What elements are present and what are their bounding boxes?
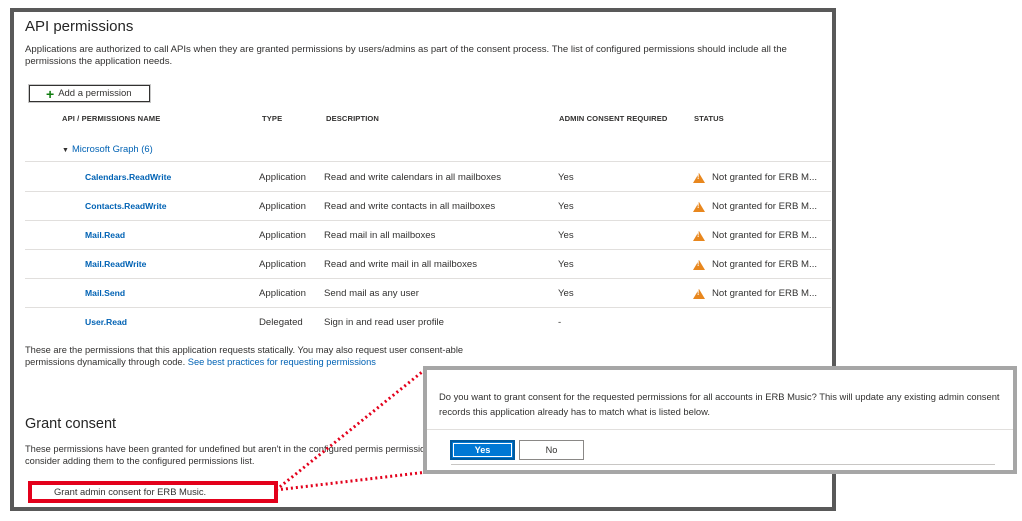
- status-cell: Not granted for ERB M...: [693, 259, 817, 270]
- best-practices-link[interactable]: See best practices for requesting permis…: [188, 357, 376, 367]
- permission-link[interactable]: Contacts.ReadWrite: [85, 201, 167, 211]
- permission-link[interactable]: Mail.Read: [85, 230, 125, 240]
- status-cell: Not granted for ERB M...: [693, 172, 817, 183]
- table-row: Mail.ReadWrite Application Read and writ…: [25, 250, 831, 279]
- status-text: Not granted for ERB M...: [712, 201, 818, 212]
- warning-icon: [693, 259, 705, 270]
- admin-consent-required: Yes: [558, 172, 574, 183]
- table-header: API / PERMISSIONS NAME TYPE DESCRIPTION …: [25, 107, 831, 129]
- permission-type: Application: [259, 201, 306, 212]
- permission-type: Delegated: [259, 317, 303, 328]
- permission-description: Read and write contacts in all mailboxes: [324, 201, 496, 212]
- grant-consent-title: Grant consent: [25, 416, 117, 432]
- permission-description: Sign in and read user profile: [324, 317, 444, 328]
- microsoft-graph-group-toggle[interactable]: ▼ Microsoft Graph (6): [62, 143, 153, 154]
- admin-consent-required: Yes: [558, 259, 574, 270]
- warning-icon: [693, 172, 705, 183]
- header-admin-consent: ADMIN CONSENT REQUIRED: [559, 114, 668, 123]
- permission-link[interactable]: Mail.ReadWrite: [85, 259, 146, 269]
- dialog-divider: [427, 429, 1013, 430]
- grant-admin-consent-button[interactable]: Grant admin consent for ERB Music.: [32, 485, 274, 499]
- warning-icon: [693, 230, 705, 241]
- permission-description: Read and write calendars in all mailboxe…: [324, 172, 502, 183]
- permission-type: Application: [259, 172, 306, 183]
- admin-consent-required: -: [558, 317, 562, 328]
- consent-dialog-message: Do you want to grant consent for the req…: [439, 391, 1000, 417]
- group-label: Microsoft Graph (6): [71, 143, 153, 154]
- status-cell: Not granted for ERB M...: [693, 288, 817, 299]
- grant-button-highlight: Grant admin consent for ERB Music.: [28, 481, 278, 503]
- permission-link[interactable]: Calendars.ReadWrite: [85, 172, 171, 182]
- admin-consent-required: Yes: [558, 230, 574, 241]
- add-permission-label: Add a permission: [58, 88, 132, 99]
- table-row: Calendars.ReadWrite Application Read and…: [25, 163, 831, 192]
- table-row: Contacts.ReadWrite Application Read and …: [25, 192, 831, 221]
- admin-consent-required: Yes: [558, 201, 574, 212]
- header-type: TYPE: [262, 114, 283, 123]
- warning-icon: [693, 288, 705, 299]
- header-status: STATUS: [694, 114, 724, 123]
- dialog-bottom-line: [451, 464, 995, 465]
- plus-icon: +: [46, 85, 55, 102]
- table-row: Mail.Send Application Send mail as any u…: [25, 279, 831, 308]
- group-row-microsoft-graph: ▼ Microsoft Graph (6): [25, 136, 831, 162]
- permission-description: Send mail as any user: [324, 288, 419, 299]
- status-text: Not granted for ERB M...: [712, 288, 818, 299]
- permission-link[interactable]: User.Read: [85, 317, 127, 327]
- status-text: Not granted for ERB M...: [712, 230, 818, 241]
- header-name: API / PERMISSIONS NAME: [62, 114, 161, 123]
- permission-type: Application: [259, 259, 306, 270]
- warning-icon: [693, 201, 705, 212]
- yes-button[interactable]: Yes: [450, 440, 515, 460]
- permission-description: Read mail in all mailboxes: [324, 230, 436, 241]
- status-text: Not granted for ERB M...: [712, 259, 818, 270]
- intro-text: Applications are authorized to call APIs…: [25, 44, 787, 67]
- header-description: DESCRIPTION: [326, 114, 379, 123]
- permission-type: Application: [259, 230, 306, 241]
- status-cell: Not granted for ERB M...: [693, 230, 817, 241]
- no-button[interactable]: No: [519, 440, 584, 460]
- table-row: User.Read Delegated Sign in and read use…: [25, 308, 831, 337]
- status-text: Not granted for ERB M...: [712, 172, 818, 183]
- static-permissions-note: These are the permissions that this appl…: [25, 344, 515, 368]
- permission-type: Application: [259, 288, 306, 299]
- caret-down-icon: ▼: [62, 147, 69, 154]
- admin-consent-required: Yes: [558, 288, 574, 299]
- add-permission-button[interactable]: + Add a permission: [29, 85, 150, 102]
- table-row: Mail.Read Application Read mail in all m…: [25, 221, 831, 250]
- status-cell: Not granted for ERB M...: [693, 201, 817, 212]
- permission-link[interactable]: Mail.Send: [85, 288, 125, 298]
- consent-dialog: Do you want to grant consent for the req…: [423, 366, 1017, 474]
- permission-description: Read and write mail in all mailboxes: [324, 259, 478, 270]
- page-title: API permissions: [25, 18, 134, 35]
